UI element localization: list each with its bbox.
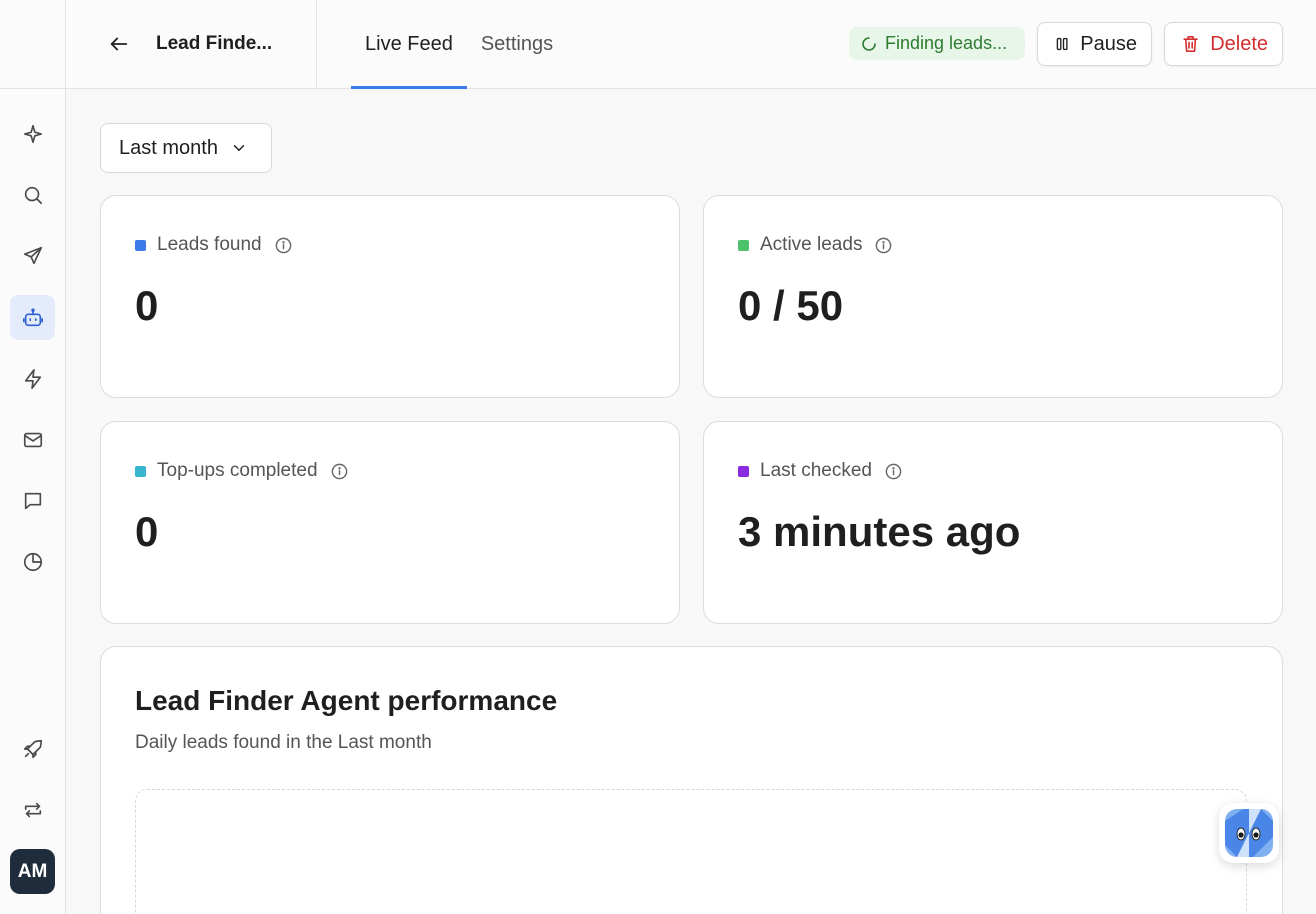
legend-dot [738,465,749,477]
info-icon[interactable] [274,236,293,255]
sidebar-item-rocket[interactable] [10,726,55,771]
sidebar-rail: AM [0,0,66,914]
pause-label: Pause [1080,32,1137,55]
rocket-icon [23,739,42,758]
tab-live-feed[interactable]: Live Feed [351,0,467,89]
avatar[interactable]: AM [10,849,55,894]
legend-dot [135,239,146,251]
top-header: Lead Finde... Live Feed Settings Finding… [66,0,1316,89]
info-icon[interactable] [874,236,893,255]
stat-value: 0 [135,508,159,555]
arrow-left-icon [110,37,128,51]
stat-value: 0 / 50 [738,282,844,329]
sidebar-item-analytics[interactable] [10,539,55,584]
pause-button[interactable]: Pause [1037,22,1152,66]
bot-icon [22,307,43,326]
search-icon [24,186,42,204]
sidebar-item-send[interactable] [10,233,55,278]
stat-label-row: Leads found [135,234,293,256]
stat-card-active-leads: Active leads 0 / 50 [703,195,1283,398]
performance-card: Lead Finder Agent performance Daily lead… [100,646,1283,914]
sidebar-item-lightning[interactable] [10,356,55,401]
main-content: Last month Leads found 0 Active leads 0 … [66,89,1316,914]
mail-icon [23,432,42,447]
delete-label: Delete [1210,32,1268,55]
stat-label-row: Active leads [738,234,893,256]
performance-title: Lead Finder Agent performance [135,685,558,716]
header-title-area: Lead Finde... [66,0,317,88]
pie-chart-icon [23,552,42,571]
tab-bar: Live Feed Settings [351,0,567,89]
stat-value: 3 minutes ago [738,508,1021,555]
lightning-icon [24,368,41,389]
status-badge: Finding leads... [849,27,1025,60]
chart-placeholder [135,789,1247,914]
status-text: Finding leads... [885,33,1008,53]
stat-card-last-checked: Last checked 3 minutes ago [703,421,1283,624]
delete-button[interactable]: Delete [1164,22,1283,66]
stat-label-row: Top-ups completed [135,460,349,482]
sidebar-item-repeat[interactable] [10,787,55,832]
trash-icon [1183,36,1198,52]
stat-label-row: Last checked [738,460,903,482]
info-icon[interactable] [330,462,349,481]
assistant-mascot-icon [1225,809,1273,857]
sidebar-item-mail[interactable] [10,417,55,462]
stat-label: Top-ups completed [157,460,318,481]
back-button[interactable] [106,31,132,57]
performance-subtitle: Daily leads found in the Last month [135,732,432,753]
sidebar-rail-top [0,0,65,89]
repeat-icon [24,802,41,817]
stat-label: Last checked [760,460,872,481]
stat-card-topups: Top-ups completed 0 [100,421,680,624]
sidebar-item-sparkle[interactable] [10,111,55,156]
pause-icon [1056,37,1068,51]
chat-icon [24,492,41,509]
legend-dot [135,465,146,477]
send-icon [23,246,42,264]
spinner-icon [862,36,876,51]
date-range-value: Last month [119,136,218,159]
sidebar-item-bot[interactable] [10,295,55,340]
chevron-down-icon [233,145,245,151]
assistant-launcher-button[interactable] [1219,803,1279,863]
sidebar-item-chat[interactable] [10,478,55,523]
sparkle-icon [23,124,42,143]
legend-dot [738,239,749,251]
stat-label: Active leads [760,234,863,255]
info-icon[interactable] [884,462,903,481]
sidebar-item-search[interactable] [10,172,55,217]
stat-label: Leads found [157,234,262,255]
page-title: Lead Finde... [156,33,273,54]
stat-card-leads-found: Leads found 0 [100,195,680,398]
stat-value: 0 [135,282,159,329]
date-range-dropdown[interactable]: Last month [100,123,272,173]
tab-settings[interactable]: Settings [467,0,567,88]
